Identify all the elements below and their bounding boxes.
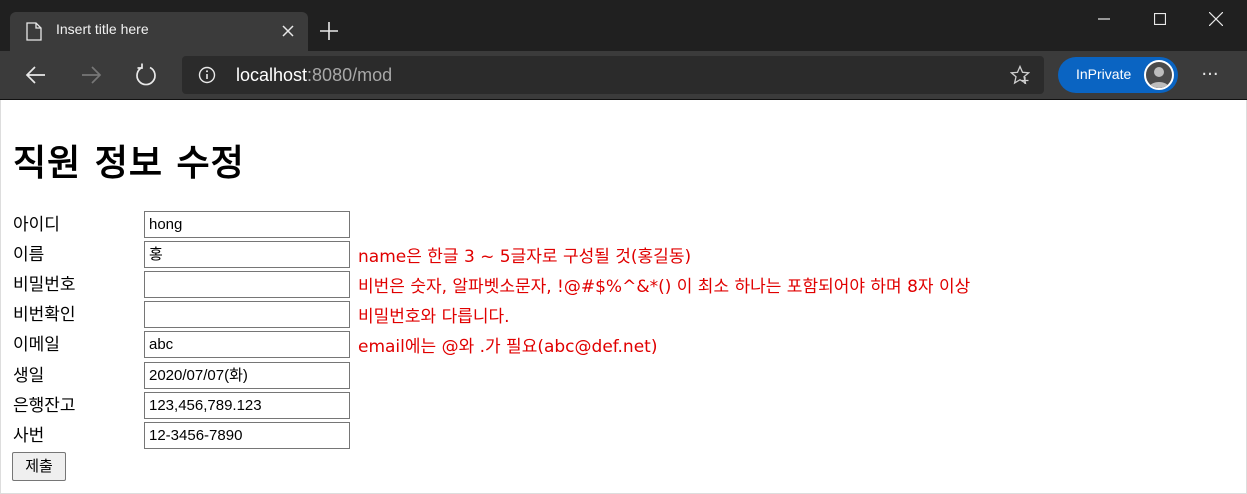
browser-toolbar: localhost:8080/mod InPrivate ··· xyxy=(0,51,1247,99)
maximize-icon xyxy=(1154,13,1166,25)
email-error-message: email에는 @와 .가 필요(abc@def.net) xyxy=(358,337,658,357)
browser-titlebar: Insert title here xyxy=(0,0,1247,51)
window-close-button[interactable] xyxy=(1188,0,1244,38)
balance-input[interactable]: 123,456,789.123 xyxy=(144,392,350,419)
balance-label: 은행잔고 xyxy=(13,396,76,416)
employee-number-input[interactable]: 12-3456-7890 xyxy=(144,422,350,449)
employee-number-label: 사번 xyxy=(13,426,45,446)
submit-button[interactable]: 제출 xyxy=(12,452,66,481)
avatar xyxy=(1144,60,1174,90)
forward-button[interactable] xyxy=(78,62,104,88)
url-host: localhost xyxy=(236,65,308,85)
password-label: 비밀번호 xyxy=(13,275,76,295)
form-row-balance: 은행잔고 123,456,789.123 xyxy=(1,391,1247,421)
email-input[interactable]: abc xyxy=(144,331,350,358)
page-icon xyxy=(26,22,42,41)
password-error-message: 비번은 숫자, 알파벳소문자, !@#$%^&*() 이 최소 하나는 포함되어… xyxy=(358,277,971,297)
id-label: 아이디 xyxy=(13,215,60,235)
password-confirm-input[interactable] xyxy=(144,301,350,328)
birthday-label: 생일 xyxy=(13,366,45,386)
tab-title: Insert title here xyxy=(56,21,149,37)
form-row-birthday: 생일 2020/07/07(화) xyxy=(1,361,1247,391)
form-row-id: 아이디 hong xyxy=(1,210,1247,240)
new-tab-icon[interactable] xyxy=(318,20,340,42)
page-content: 직원 정보 수정 아이디 hong 이름 홍 name은 한글 3 ~ 5글자로… xyxy=(0,100,1247,494)
form-row-password: 비밀번호 비번은 숫자, 알파벳소문자, !@#$%^&*() 이 최소 하나는… xyxy=(1,270,1247,300)
form-row-email: 이메일 abc email에는 @와 .가 필요(abc@def.net) xyxy=(1,330,1247,360)
refresh-icon xyxy=(136,63,156,86)
back-button[interactable] xyxy=(23,62,49,88)
favorite-star-icon[interactable] xyxy=(1010,65,1030,85)
name-input[interactable]: 홍 xyxy=(144,241,350,268)
minimize-icon xyxy=(1098,18,1110,20)
forward-arrow-icon xyxy=(82,66,102,84)
inprivate-button[interactable]: InPrivate xyxy=(1058,57,1178,93)
birthday-input[interactable]: 2020/07/07(화) xyxy=(144,362,350,389)
password-confirm-label: 비번확인 xyxy=(13,305,76,325)
id-input[interactable]: hong xyxy=(144,211,350,238)
page-title: 직원 정보 수정 xyxy=(13,143,245,184)
minimize-button[interactable] xyxy=(1076,0,1132,38)
url-text[interactable]: localhost:8080/mod xyxy=(236,65,392,86)
url-path: :8080/mod xyxy=(307,65,393,85)
name-label: 이름 xyxy=(13,245,45,265)
address-bar[interactable]: localhost:8080/mod xyxy=(182,56,1044,94)
password-input[interactable] xyxy=(144,271,350,298)
maximize-button[interactable] xyxy=(1132,0,1188,38)
form-row-employee-number: 사번 12-3456-7890 xyxy=(1,421,1247,451)
more-options-button[interactable]: ··· xyxy=(1196,65,1224,85)
name-error-message: name은 한글 3 ~ 5글자로 구성될 것(홍길동) xyxy=(358,247,692,267)
profile-icon xyxy=(1149,67,1169,88)
inprivate-label: InPrivate xyxy=(1076,66,1132,82)
email-label: 이메일 xyxy=(13,335,60,355)
close-tab-icon[interactable] xyxy=(278,21,298,41)
refresh-button[interactable] xyxy=(133,62,159,88)
form-row-password-confirm: 비번확인 비밀번호와 다릅니다. xyxy=(1,300,1247,330)
password-confirm-error-message: 비밀번호와 다릅니다. xyxy=(358,307,510,327)
back-arrow-icon xyxy=(25,66,45,84)
form-row-name: 이름 홍 name은 한글 3 ~ 5글자로 구성될 것(홍길동) xyxy=(1,240,1247,270)
info-icon[interactable] xyxy=(198,66,216,84)
browser-tab[interactable]: Insert title here xyxy=(10,12,308,51)
close-icon xyxy=(1209,12,1223,26)
